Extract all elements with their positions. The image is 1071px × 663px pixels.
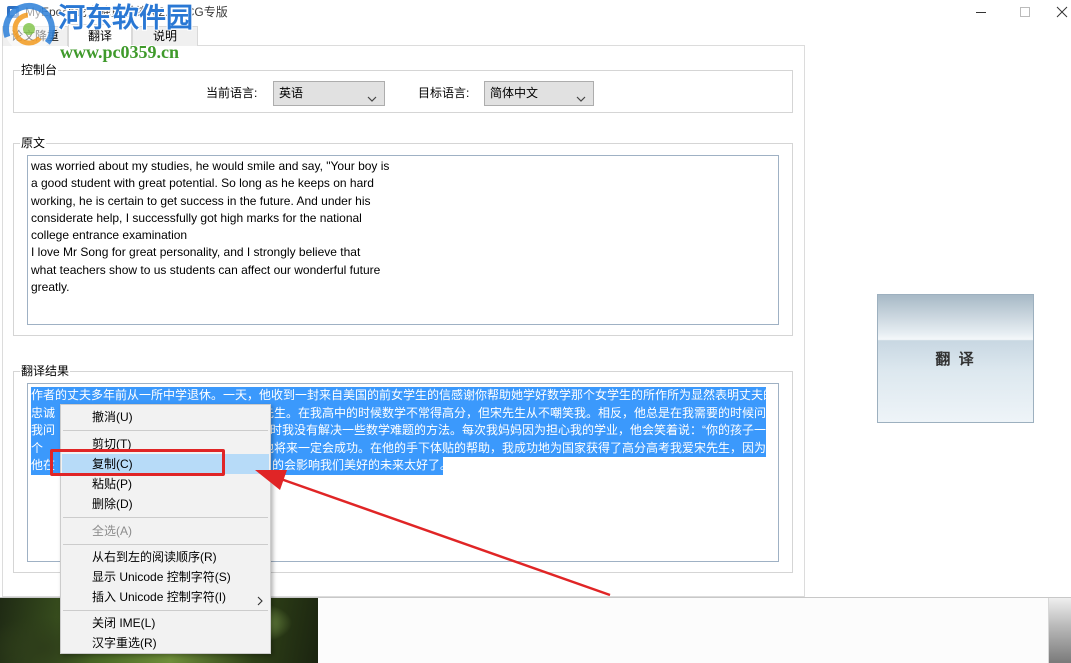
chevron-down-icon: [367, 91, 377, 102]
menu-item-paste[interactable]: 粘贴(P): [62, 474, 269, 494]
minimize-icon[interactable]: [972, 3, 990, 21]
menu-item-undo[interactable]: 撤消(U): [62, 407, 269, 427]
menu-separator: [61, 514, 270, 521]
source-language-dropdown[interactable]: 英语: [273, 81, 385, 106]
result-line-text: 忠诚: [31, 405, 56, 420]
source-line: was worried about my studies, he would s…: [31, 159, 390, 173]
chevron-down-icon: [576, 91, 586, 102]
source-line: what teachers show to us students can af…: [31, 262, 381, 277]
result-line-text: 我问: [31, 423, 56, 438]
menu-separator: [61, 427, 270, 434]
result-line-text-continued: 宋先生。在我高中的时候数学不常得高分，但宋先生从不嘲笑我。相反，他总是在我需要的…: [249, 405, 766, 420]
background-image-edge: [1048, 598, 1071, 663]
result-line-text-continued: 的会影响我们美好的未来太好了。: [272, 458, 443, 473]
menu-item-close-ime[interactable]: 关闭 IME(L): [62, 613, 269, 633]
source-line: I love Mr Song for great personality, an…: [31, 245, 361, 260]
source-text-group: 原文 was worried about my studies, he woul…: [13, 136, 793, 336]
source-line: working, he is certain to get success in…: [31, 193, 371, 208]
menu-item-select-all[interactable]: 全选(A): [62, 521, 269, 541]
translation-result-label: 翻译结果: [20, 364, 71, 378]
result-line[interactable]: 作者的丈夫多年前从一所中学退休。一天，他收到一封来自美国的前女学生的信感谢你帮助…: [31, 387, 766, 405]
target-language-label: 目标语言:: [418, 86, 470, 100]
annotation-highlight-box: [50, 449, 225, 476]
source-language-label: 当前语言:: [206, 86, 258, 100]
target-language-value: 简体中文: [490, 86, 539, 100]
result-line-text: 作者的丈夫多年前从一所中学退休。一天，他收到一封来自美国的前女学生的信感谢你帮助…: [31, 388, 766, 402]
menu-item-delete[interactable]: 删除(D): [62, 494, 269, 514]
site-logo-icon: [0, 0, 58, 58]
menu-item-insert-unicode-control[interactable]: 插入 Unicode 控制字符(I): [62, 587, 269, 607]
source-text-label: 原文: [20, 136, 47, 150]
control-panel-label: 控制台: [20, 63, 59, 77]
source-textarea[interactable]: was worried about my studies, he would s…: [27, 155, 779, 325]
control-panel-group: 控制台 当前语言: 英语 目标语言: 简体中文: [13, 63, 793, 113]
target-language-dropdown[interactable]: 简体中文: [484, 81, 594, 106]
translate-button[interactable]: 翻 译: [877, 294, 1034, 423]
source-line: greatly.: [31, 280, 70, 295]
watermark-site-url: www.pc0359.cn: [60, 42, 180, 62]
source-line: college entrance examination: [31, 228, 188, 243]
watermark-site-name: 河东软件园: [58, 3, 193, 33]
source-line: considerate help, I successfully got hig…: [31, 210, 362, 225]
menu-item-show-unicode-control[interactable]: 显示 Unicode 控制字符(S): [62, 567, 269, 587]
menu-item-reconvert[interactable]: 汉字重选(R): [62, 633, 269, 653]
menu-item-insert-unicode-control-label: 插入 Unicode 控制字符(I): [92, 590, 227, 604]
maximize-icon[interactable]: [1016, 3, 1034, 21]
menu-item-rtl-reading-order[interactable]: 从右到左的阅读顺序(R): [62, 547, 269, 567]
background-window: [318, 598, 1048, 663]
result-line-text-continued: 时我没有解决一些数学难题的方法。每次我妈妈因为担心我的学业，他会笑着说：“你的孩…: [270, 423, 766, 438]
close-icon[interactable]: [1053, 3, 1071, 21]
source-language-value: 英语: [279, 86, 304, 100]
chevron-right-icon: [257, 592, 263, 606]
result-line-text: 个: [31, 440, 44, 455]
source-line: a good student with great potential. So …: [31, 176, 374, 191]
context-menu: 撤消(U) 剪切(T) 复制(C) 粘贴(P) 删除(D) 全选(A) 从右到左…: [60, 404, 271, 654]
result-line-text-continued: 他将来一定会成功。在他的手下体贴的帮助，我成功地为国家获得了高分高考我爱宋先生，…: [261, 440, 766, 455]
translate-button-label: 翻 译: [935, 351, 976, 368]
